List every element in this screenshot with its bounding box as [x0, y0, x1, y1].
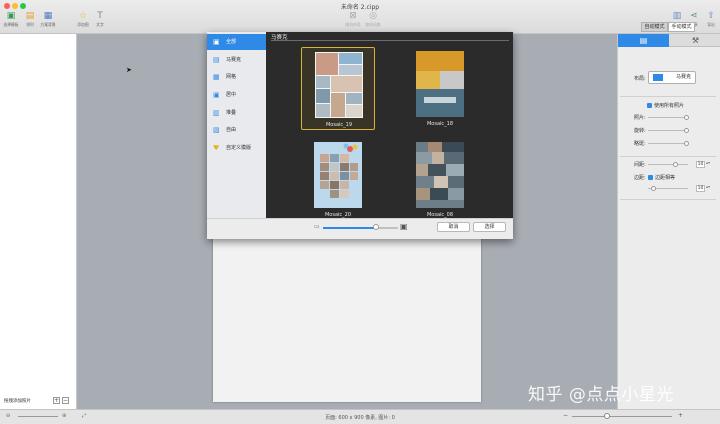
mouse-cursor-icon: ➤ — [126, 66, 132, 74]
template-mosaic-19[interactable]: Mosaic_19 — [301, 47, 375, 130]
tilt-label: 略斑: — [634, 141, 646, 147]
text-icon: T — [97, 11, 103, 21]
choose-button[interactable]: 选择 — [473, 222, 506, 232]
inspector-tabs: ▤ ⚒ — [618, 34, 720, 47]
template-mosaic-18[interactable]: Mosaic_18 — [403, 47, 477, 130]
template-thumbnail — [416, 51, 464, 117]
template-name: Mosaic_19 — [325, 122, 353, 128]
manual-mode-button[interactable]: 手动模式 — [668, 22, 695, 32]
spacing-slider-knob[interactable] — [673, 162, 678, 167]
zoom-minus-icon[interactable]: − — [563, 412, 568, 419]
heading-rule — [271, 40, 509, 41]
category-mosaic[interactable]: ▤ 马赛克 — [207, 52, 266, 68]
tilt-slider-knob[interactable] — [684, 141, 689, 146]
template-dialog: ▣ 全部 ▤ 马赛克 ▦ 网格 ▣ 居中 ▥ 堆叠 ▧ 自由 ♥ 自定义模版 马… — [207, 32, 513, 239]
zoom-out-icon[interactable]: ⊖ — [6, 413, 10, 419]
category-all[interactable]: ▣ 全部 — [207, 34, 266, 50]
export-icon: ⇪ — [707, 11, 715, 21]
zoom-fit-icon[interactable]: ⤢ — [82, 413, 86, 419]
photos-label: 照片: — [634, 115, 646, 121]
heart-icon: ♥ — [213, 144, 220, 152]
template-name: Mosaic_18 — [426, 121, 454, 127]
category-free[interactable]: ▧ 自由 — [207, 122, 266, 138]
tilt-slider[interactable] — [648, 143, 686, 144]
watermark-text: 知乎 @点点小星光 — [528, 385, 674, 405]
mosaic-icon: ▤ — [213, 56, 220, 64]
free-icon: ▧ — [213, 126, 220, 134]
use-all-photos-label: 使用所有照片 — [654, 103, 685, 109]
zoom-slider-knob[interactable] — [604, 413, 610, 419]
category-center[interactable]: ▣ 居中 — [207, 87, 266, 103]
rotation-slider[interactable] — [648, 130, 686, 131]
category-grid[interactable]: ▦ 网格 — [207, 69, 266, 85]
border-equal-checkbox[interactable] — [648, 175, 653, 180]
center-icon: ▣ — [213, 91, 220, 99]
all-icon: ▣ — [213, 38, 220, 46]
arrange-icon: ▤ — [25, 11, 35, 21]
rotation-slider-knob[interactable] — [684, 128, 689, 133]
spacing-value[interactable]: 10 — [696, 161, 705, 168]
mosaic-thumb-icon — [653, 74, 663, 81]
zoom-slider[interactable] — [572, 416, 672, 417]
layout-label: 布局: — [634, 76, 646, 82]
border-slider-knob[interactable] — [651, 186, 656, 191]
shuffle-style-icon: ◎ — [369, 11, 377, 21]
photo-list-panel[interactable] — [0, 34, 77, 409]
tools-icon: ⚒ — [691, 36, 700, 45]
shuffle-layout-icon: ⊠ — [349, 11, 357, 21]
background-icon: ▦ — [43, 11, 53, 21]
border-label: 边距: — [634, 175, 646, 181]
template-mosaic-20[interactable]: Mosaic_20 — [301, 138, 375, 221]
layout-select[interactable]: 马赛克 — [648, 71, 696, 84]
title-bar: 未命名 2.cipp ▣ 选择模板 ▤ 排列 ▦ 方案背景 ☆ 添加图 T 文字… — [0, 0, 720, 34]
template-icon: ▣ — [6, 11, 16, 21]
background-tool[interactable]: ▦ 方案背景 — [35, 11, 61, 28]
template-mosaic-08[interactable]: Mosaic_08 — [403, 138, 477, 221]
grid-icon: ▦ — [213, 73, 220, 81]
rotation-label: 旋转: — [634, 128, 646, 134]
tab-tools[interactable]: ⚒ — [670, 34, 720, 47]
large-thumbs-icon[interactable]: ▣ — [400, 222, 408, 231]
photos-slider[interactable] — [648, 117, 686, 118]
category-list: ▣ 全部 ▤ 马赛克 ▦ 网格 ▣ 居中 ▥ 堆叠 ▧ 自由 ♥ 自定义模版 — [207, 32, 266, 218]
separator — [620, 96, 716, 97]
category-custom[interactable]: ♥ 自定义模版 — [207, 140, 266, 156]
tab-layout[interactable]: ▤ — [618, 34, 669, 47]
spacing-stepper[interactable]: ▴▾ — [706, 161, 710, 168]
separator — [620, 156, 716, 157]
zoom-plus-icon[interactable]: + — [678, 412, 683, 419]
spacing-slider[interactable] — [648, 164, 688, 165]
export-tool[interactable]: ⇪ 导出 — [698, 11, 720, 28]
add-text-tool[interactable]: T 文字 — [87, 11, 113, 28]
thumbnail-size-knob[interactable] — [372, 224, 379, 230]
border-stepper[interactable]: ▴▾ — [706, 185, 710, 192]
category-stack[interactable]: ▥ 堆叠 — [207, 105, 266, 121]
inspector-panel: ▤ ⚒ — [617, 34, 720, 409]
stack-icon: ▥ — [213, 109, 220, 117]
photos-slider-knob[interactable] — [684, 115, 689, 120]
cancel-button[interactable]: 取消 — [437, 222, 470, 232]
template-thumbnail — [416, 142, 464, 208]
left-zoom-slider[interactable] — [18, 416, 58, 417]
separator — [620, 199, 716, 200]
add-photo-button[interactable]: + — [53, 397, 60, 404]
border-value[interactable]: 10 — [696, 185, 705, 192]
remove-photo-button[interactable]: − — [62, 397, 69, 404]
spacing-label: 间距: — [634, 162, 646, 168]
collage-page[interactable] — [213, 232, 481, 402]
thumbnail-size-fill — [323, 227, 376, 229]
use-all-photos-checkbox[interactable] — [647, 103, 652, 108]
random-style-tool[interactable]: ◎ 随机风格 — [360, 11, 386, 28]
border-equal-label: 边距相等 — [655, 175, 676, 181]
auto-mode-button[interactable]: 自动模式 — [641, 22, 668, 32]
template-thumbnail — [315, 52, 363, 118]
template-thumbnail — [314, 142, 362, 208]
layout-icon: ▤ — [639, 36, 648, 45]
window-title: 未命名 2.cipp — [340, 4, 380, 11]
zoom-in-icon[interactable]: ⊕ — [62, 413, 66, 419]
small-thumbs-icon[interactable]: ▭ — [314, 223, 320, 230]
